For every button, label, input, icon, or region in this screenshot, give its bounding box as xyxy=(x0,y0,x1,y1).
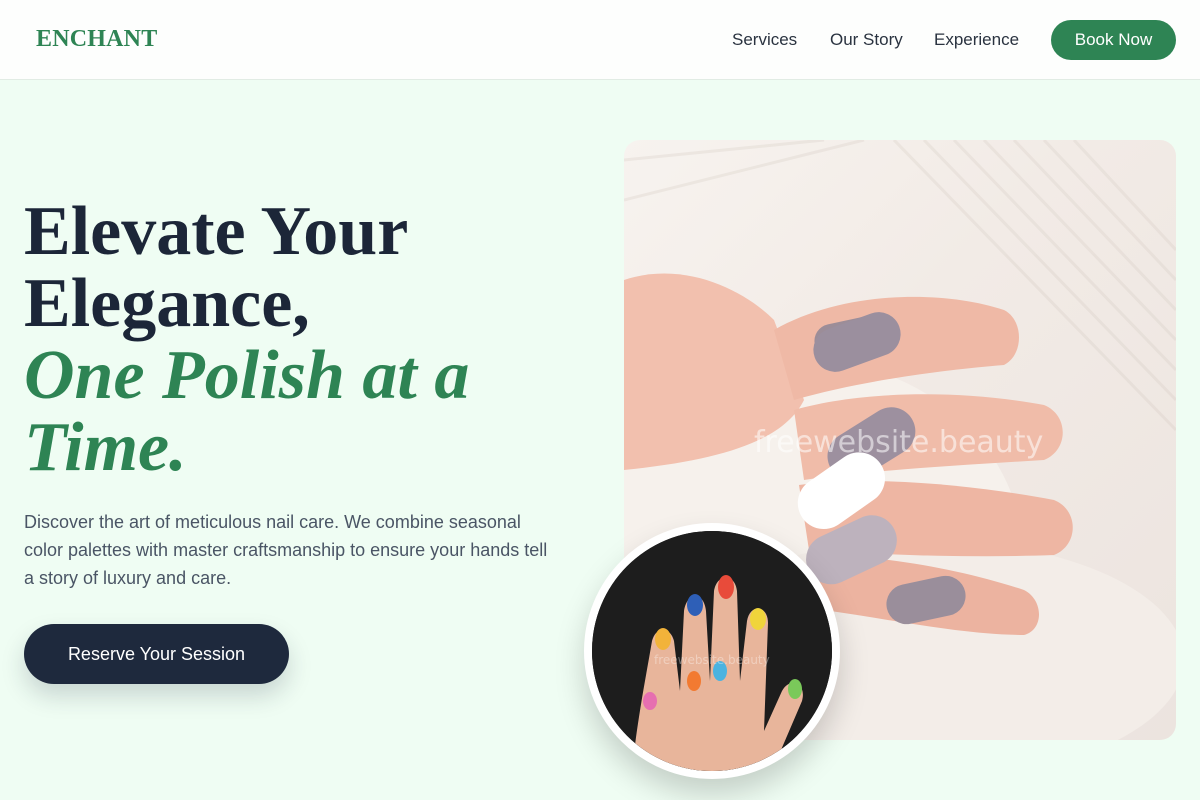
nav-link-experience[interactable]: Experience xyxy=(934,30,1019,50)
book-now-button[interactable]: Book Now xyxy=(1051,20,1176,60)
nav-link-our-story[interactable]: Our Story xyxy=(830,30,903,50)
nail-art-circle-photo: freewebsite.beauty xyxy=(584,523,840,779)
colorful-nail-art-illustration xyxy=(592,531,832,771)
nav-link-services[interactable]: Services xyxy=(732,30,797,50)
nail-art-photo-inner: freewebsite.beauty xyxy=(592,531,832,771)
circle-image-watermark: freewebsite.beauty xyxy=(654,653,770,667)
reserve-session-button[interactable]: Reserve Your Session xyxy=(24,624,289,684)
headline-accent-line-2: Time. xyxy=(24,409,187,486)
hero-description: Discover the art of meticulous nail care… xyxy=(24,512,548,588)
hero-image-watermark: freewebsite.beauty xyxy=(754,425,1044,460)
headline-line-2: Elegance, xyxy=(24,265,310,342)
site-logo[interactable]: ENCHANT xyxy=(36,26,157,53)
site-header: ENCHANT Services Our Story Experience Bo… xyxy=(0,0,1200,80)
headline-line-1: Elevate Your xyxy=(24,193,409,270)
headline-accent-line-1: One Polish at a xyxy=(24,337,470,414)
hero-headline: Elevate Your Elegance, One Polish at a T… xyxy=(24,196,564,484)
